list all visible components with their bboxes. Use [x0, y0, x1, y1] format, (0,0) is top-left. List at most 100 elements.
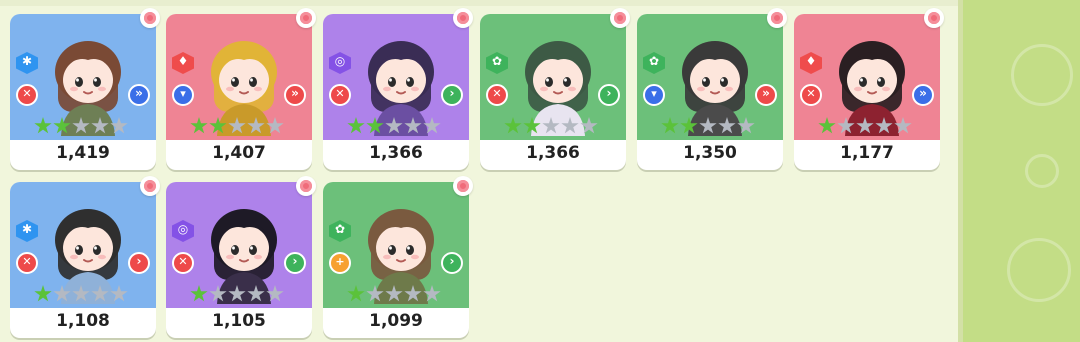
flower-badge-icon[interactable] — [296, 176, 316, 196]
flower-badge-icon[interactable] — [453, 8, 473, 28]
star-empty-icon — [385, 285, 403, 302]
star-empty-icon — [561, 117, 579, 134]
star-filled-icon — [347, 117, 365, 134]
character-card[interactable]: ✱ ✕ » 1,419 — [10, 8, 160, 170]
power-value: 1,108 — [56, 311, 110, 331]
character-portrait: ✿ + › — [323, 182, 469, 308]
flower-badge-icon[interactable] — [140, 8, 160, 28]
character-card[interactable]: ✿ + › 1,099 — [323, 176, 473, 338]
power-value: 1,366 — [369, 143, 423, 163]
star-empty-icon — [404, 117, 422, 134]
star-filled-icon — [347, 285, 365, 302]
chevron-icon: › — [128, 252, 150, 274]
character-card[interactable]: ✿ ✕ › 1,366 — [480, 8, 630, 170]
shield-icon: ▾ — [172, 84, 194, 106]
character-card[interactable]: ♦ ✕ » 1,177 — [794, 8, 944, 170]
character-portrait: ✿ ▾ » — [637, 14, 783, 140]
star-filled-icon — [34, 117, 52, 134]
double-chevron-icon: » — [755, 84, 777, 106]
star-rating — [504, 117, 604, 135]
decor-face-icon — [1007, 238, 1071, 302]
star-empty-icon — [91, 285, 109, 302]
card-body: ✿ ✕ › 1,366 — [480, 14, 626, 170]
star-empty-icon — [247, 117, 265, 134]
double-chevron-icon: » — [128, 84, 150, 106]
power-value: 1,366 — [526, 143, 580, 163]
chevron-icon: › — [441, 84, 463, 106]
star-empty-icon — [209, 285, 227, 302]
card-body: ◎ ✕ › 1,366 — [323, 14, 469, 170]
star-empty-icon — [894, 117, 912, 134]
star-filled-icon — [34, 285, 52, 302]
crossed-tools-icon: ✕ — [16, 84, 38, 106]
character-portrait: ◎ ✕ › — [323, 14, 469, 140]
power-value: 1,177 — [840, 143, 894, 163]
chevron-icon: › — [598, 84, 620, 106]
clover-icon: ✿ — [329, 220, 351, 242]
character-card[interactable]: ◎ ✕ › 1,105 — [166, 176, 316, 338]
star-empty-icon — [423, 285, 441, 302]
character-portrait: ✱ ✕ » — [10, 14, 156, 140]
flower-badge-icon[interactable] — [296, 8, 316, 28]
power-value: 1,105 — [212, 311, 266, 331]
star-empty-icon — [72, 117, 90, 134]
character-card[interactable]: ◎ ✕ › 1,366 — [323, 8, 473, 170]
character-portrait: ♦ ✕ » — [794, 14, 940, 140]
flower-badge-icon[interactable] — [140, 176, 160, 196]
crossed-tools-icon: ✕ — [16, 252, 38, 274]
star-empty-icon — [53, 285, 71, 302]
star-empty-icon — [837, 117, 855, 134]
card-body: ✱ ✕ › 1,108 — [10, 182, 156, 338]
star-empty-icon — [91, 117, 109, 134]
star-empty-icon — [737, 117, 755, 134]
card-body: ♦ ✕ » 1,177 — [794, 14, 940, 170]
character-card[interactable]: ✱ ✕ › 1,108 — [10, 176, 160, 338]
flower-badge-icon[interactable] — [767, 8, 787, 28]
double-chevron-icon: » — [912, 84, 934, 106]
star-rating — [190, 285, 290, 303]
star-empty-icon — [72, 285, 90, 302]
star-filled-icon — [366, 117, 384, 134]
top-strip — [0, 0, 962, 6]
crossed-tools-icon: ✕ — [486, 84, 508, 106]
flame-icon: ♦ — [172, 52, 194, 74]
side-panel[interactable] — [963, 0, 1080, 342]
snowflake-icon: ✱ — [16, 220, 38, 242]
flower-badge-icon[interactable] — [924, 8, 944, 28]
star-filled-icon — [680, 117, 698, 134]
character-card[interactable]: ✿ ▾ » 1,350 — [637, 8, 787, 170]
star-empty-icon — [228, 117, 246, 134]
star-empty-icon — [718, 117, 736, 134]
character-card[interactable]: ♦ ▾ » 1,407 — [166, 8, 316, 170]
star-empty-icon — [228, 285, 246, 302]
star-filled-icon — [53, 117, 71, 134]
star-empty-icon — [856, 117, 874, 134]
swirl-icon: ◎ — [329, 52, 351, 74]
decor-leaf-icon — [1025, 154, 1059, 188]
card-body: ✱ ✕ » 1,419 — [10, 14, 156, 170]
star-empty-icon — [110, 117, 128, 134]
star-rating — [347, 285, 447, 303]
star-rating — [34, 117, 134, 135]
shield-icon: ▾ — [643, 84, 665, 106]
star-filled-icon — [661, 117, 679, 134]
star-rating — [661, 117, 761, 135]
star-empty-icon — [266, 117, 284, 134]
flame-icon: ♦ — [800, 52, 822, 74]
card-body: ✿ + › 1,099 — [323, 182, 469, 338]
star-empty-icon — [385, 117, 403, 134]
star-filled-icon — [818, 117, 836, 134]
flower-badge-icon[interactable] — [610, 8, 630, 28]
star-empty-icon — [423, 117, 441, 134]
character-portrait: ◎ ✕ › — [166, 182, 312, 308]
star-empty-icon — [699, 117, 717, 134]
crossed-tools-icon: ✕ — [329, 84, 351, 106]
flower-badge-icon[interactable] — [453, 176, 473, 196]
card-body: ♦ ▾ » 1,407 — [166, 14, 312, 170]
power-value: 1,350 — [683, 143, 737, 163]
card-body: ◎ ✕ › 1,105 — [166, 182, 312, 338]
star-rating — [347, 117, 447, 135]
power-value: 1,419 — [56, 143, 110, 163]
card-body: ✿ ▾ » 1,350 — [637, 14, 783, 170]
crossed-tools-icon: ✕ — [800, 84, 822, 106]
